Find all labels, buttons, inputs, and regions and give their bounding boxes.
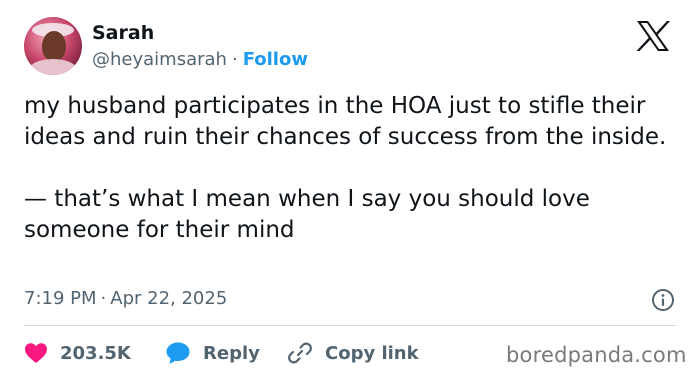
avatar-face [42, 31, 66, 61]
tweet-time[interactable]: 7:19 PM [24, 288, 97, 309]
author-handle[interactable]: @heyaimsarah [92, 49, 227, 70]
link-icon [288, 342, 312, 364]
tweet-date[interactable]: Apr 22, 2025 [110, 288, 227, 309]
avatar[interactable] [24, 17, 82, 75]
tweet-paragraph-2: — that’s what I mean when I say you shou… [24, 186, 590, 243]
avatar-shoulders [28, 59, 78, 75]
tweet-card: Sarah @heyaimsarah · Follow my husband par… [0, 0, 700, 379]
tweet-paragraph-1: my husband participates in the HOA just … [24, 93, 667, 150]
info-icon[interactable] [651, 288, 675, 312]
handle-row: @heyaimsarah · Follow [92, 49, 308, 70]
copy-link-label: Copy link [325, 342, 419, 364]
reply-label: Reply [203, 342, 260, 364]
heart-icon [25, 343, 47, 363]
tweet-meta: 7:19 PM · Apr 22, 2025 [24, 288, 227, 309]
follow-button[interactable]: Follow [243, 49, 308, 70]
copy-link-button[interactable]: Copy link [287, 340, 419, 366]
tweet-text: my husband participates in the HOA just … [24, 91, 676, 246]
author-name[interactable]: Sarah [92, 22, 154, 44]
reply-bubble-icon [166, 342, 190, 364]
handle-separator: · [231, 49, 238, 70]
meta-separator: · [100, 288, 107, 309]
watermark: boredpanda.com [506, 343, 687, 367]
divider [24, 325, 676, 326]
like-button[interactable]: 203.5K [24, 340, 131, 366]
like-count: 203.5K [60, 342, 131, 364]
x-logo-icon[interactable] [636, 20, 670, 52]
reply-button[interactable]: Reply [165, 340, 260, 366]
